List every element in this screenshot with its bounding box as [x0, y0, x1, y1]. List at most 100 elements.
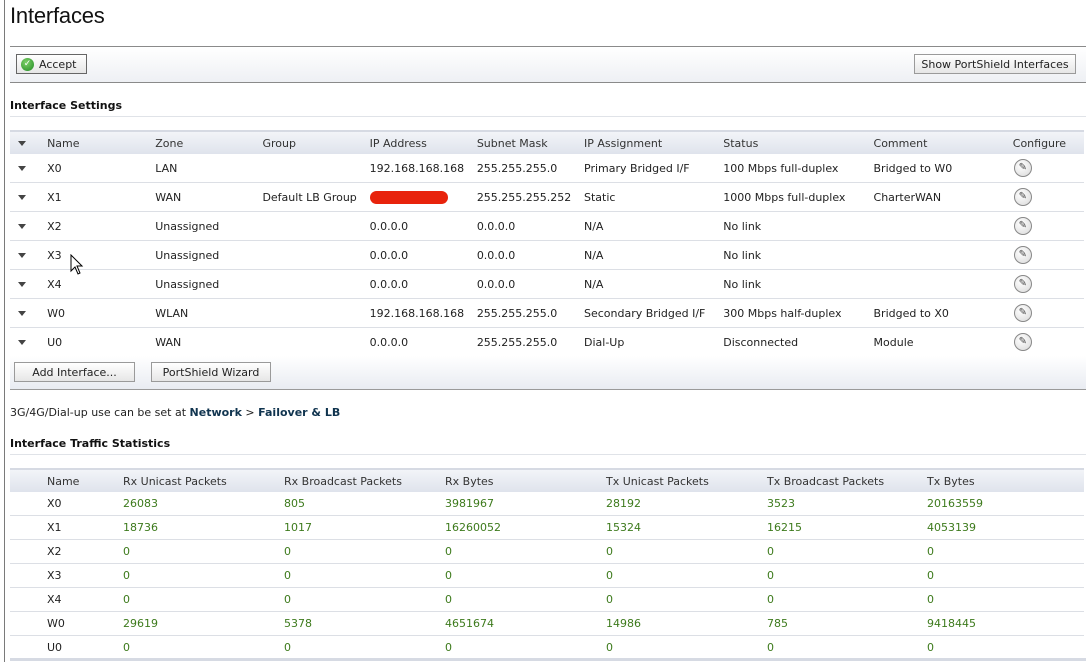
- cell-tx-bytes: 0: [927, 539, 1084, 564]
- cell-ip-address: 0.0.0.0: [369, 211, 477, 241]
- settings-header-row: Name Zone Group IP Address Subnet Mask I…: [10, 130, 1084, 154]
- expand-row-toggle[interactable]: [10, 269, 48, 299]
- col-status[interactable]: Status: [723, 130, 874, 154]
- cell-zone: WLAN: [155, 298, 263, 328]
- cell-name: W0: [47, 298, 156, 328]
- col-rx-unicast: Rx Unicast Packets: [123, 468, 284, 492]
- cell-rx-broadcast: 5378: [284, 611, 445, 636]
- cell-configure: ✎: [1012, 240, 1084, 270]
- cell-tx-broadcast: 0: [767, 563, 927, 588]
- cell-name: W0: [47, 611, 123, 636]
- cell-ip-assignment: Primary Bridged I/F: [584, 154, 724, 183]
- edit-pencil-icon[interactable]: ✎: [1013, 275, 1032, 293]
- cell-subnet-mask: 255.255.255.0: [476, 327, 584, 357]
- failover-lb-link[interactable]: Failover & LB: [258, 406, 340, 419]
- expand-row-toggle[interactable]: [10, 240, 48, 270]
- stats-row: X2 0 0 0 0 0 0: [10, 539, 1084, 564]
- col-ip-address[interactable]: IP Address: [369, 130, 477, 154]
- accept-label: Accept: [39, 57, 77, 71]
- cell-configure: ✎: [1012, 327, 1084, 357]
- network-link[interactable]: Network: [190, 406, 242, 419]
- col-tx-unicast: Tx Unicast Packets: [606, 468, 767, 492]
- stats-spacer: [10, 515, 47, 540]
- expand-row-toggle[interactable]: [10, 182, 48, 212]
- cell-tx-broadcast: 785: [767, 611, 927, 636]
- edit-pencil-icon[interactable]: ✎: [1013, 246, 1032, 264]
- cell-ip-address: 0.0.0.0: [369, 240, 477, 270]
- cell-tx-bytes: 0: [927, 635, 1084, 660]
- cell-ip-address: 0.0.0.0: [369, 327, 477, 357]
- cell-comment: [873, 211, 1013, 241]
- edit-pencil-icon[interactable]: ✎: [1013, 304, 1032, 322]
- cell-tx-bytes: 0: [927, 587, 1084, 612]
- cell-rx-broadcast: 805: [284, 492, 445, 516]
- cell-name: X0: [47, 492, 123, 516]
- cell-name: X2: [47, 539, 123, 564]
- checkmark-icon: ✓: [21, 57, 34, 71]
- cell-tx-broadcast: 3523: [767, 492, 927, 516]
- col-ip-assignment[interactable]: IP Assignment: [584, 130, 724, 154]
- cell-comment: Bridged to X0: [873, 298, 1013, 328]
- cell-status: Disconnected: [723, 327, 874, 357]
- cell-ip-assignment: Secondary Bridged I/F: [584, 298, 724, 328]
- note-text: 3G/4G/Dial-up use can be set at: [10, 406, 190, 419]
- page-title: Interfaces: [10, 3, 105, 28]
- expand-all-toggle[interactable]: [10, 130, 48, 154]
- col-group[interactable]: Group: [262, 130, 370, 154]
- expand-row-toggle[interactable]: [10, 154, 48, 183]
- cell-tx-unicast: 28192: [606, 492, 767, 516]
- expand-row-toggle[interactable]: [10, 211, 48, 241]
- cell-configure: ✎: [1012, 269, 1084, 299]
- col-zone[interactable]: Zone: [155, 130, 263, 154]
- cell-group: [262, 154, 370, 183]
- cell-tx-unicast: 0: [606, 587, 767, 612]
- cell-group: [262, 298, 370, 328]
- expand-row-toggle[interactable]: [10, 327, 48, 357]
- col-subnet-mask[interactable]: Subnet Mask: [476, 130, 584, 154]
- cell-rx-bytes: 3981967: [445, 492, 606, 516]
- cell-zone: Unassigned: [155, 211, 263, 241]
- stats-row: X0 26083 805 3981967 28192 3523 20163559: [10, 492, 1084, 516]
- cell-rx-unicast: 0: [123, 587, 284, 612]
- cell-tx-unicast: 0: [606, 563, 767, 588]
- cell-rx-bytes: 4651674: [445, 611, 606, 636]
- cell-comment: Module: [873, 327, 1013, 357]
- interface-row: X0 LAN 192.168.168.168 255.255.255.0 Primary…: [10, 154, 1084, 183]
- col-rx-bytes: Rx Bytes: [445, 468, 606, 492]
- cell-subnet-mask: 0.0.0.0: [476, 269, 584, 299]
- add-interface-button[interactable]: Add Interface...: [14, 362, 135, 382]
- edit-pencil-icon[interactable]: ✎: [1013, 333, 1032, 351]
- cell-rx-bytes: 0: [445, 587, 606, 612]
- cell-tx-broadcast: 0: [767, 587, 927, 612]
- cell-comment: Bridged to W0: [873, 154, 1013, 183]
- col-name[interactable]: Name: [47, 130, 156, 154]
- cell-ip-assignment: Static: [584, 182, 724, 212]
- stats-spacer: [10, 635, 47, 660]
- expand-row-toggle[interactable]: [10, 298, 48, 328]
- cell-subnet-mask: 255.255.255.0: [476, 298, 584, 328]
- toolbar: ✓ Accept Show PortShield Interfaces: [10, 46, 1086, 83]
- edit-pencil-icon[interactable]: ✎: [1013, 217, 1032, 235]
- stats-spacer: [10, 468, 47, 492]
- accept-button[interactable]: ✓ Accept: [16, 54, 87, 74]
- cell-tx-bytes: 4053139: [927, 515, 1084, 540]
- cell-comment: [873, 269, 1013, 299]
- cell-tx-broadcast: 0: [767, 635, 927, 660]
- traffic-statistics-table: Name Rx Unicast Packets Rx Broadcast Pac…: [10, 468, 1084, 660]
- cell-status: 300 Mbps half-duplex: [723, 298, 874, 328]
- cell-subnet-mask: 0.0.0.0: [476, 211, 584, 241]
- portshield-wizard-button[interactable]: PortShield Wizard: [151, 362, 271, 382]
- show-portshield-interfaces-button[interactable]: Show PortShield Interfaces: [914, 54, 1076, 74]
- edit-pencil-icon[interactable]: ✎: [1013, 188, 1032, 206]
- stats-row: W0 29619 5378 4651674 14986 785 9418445: [10, 611, 1084, 636]
- cell-rx-unicast: 0: [123, 635, 284, 660]
- triangle-down-icon: [18, 166, 26, 171]
- cell-configure: ✎: [1012, 298, 1084, 328]
- cell-ip-address: [369, 182, 477, 212]
- stats-row: X4 0 0 0 0 0 0: [10, 587, 1084, 612]
- col-comment[interactable]: Comment: [873, 130, 1013, 154]
- cell-rx-broadcast: 0: [284, 635, 445, 660]
- stats-row: X3 0 0 0 0 0 0: [10, 563, 1084, 588]
- edit-pencil-icon[interactable]: ✎: [1013, 159, 1032, 177]
- cell-configure: ✎: [1012, 154, 1084, 183]
